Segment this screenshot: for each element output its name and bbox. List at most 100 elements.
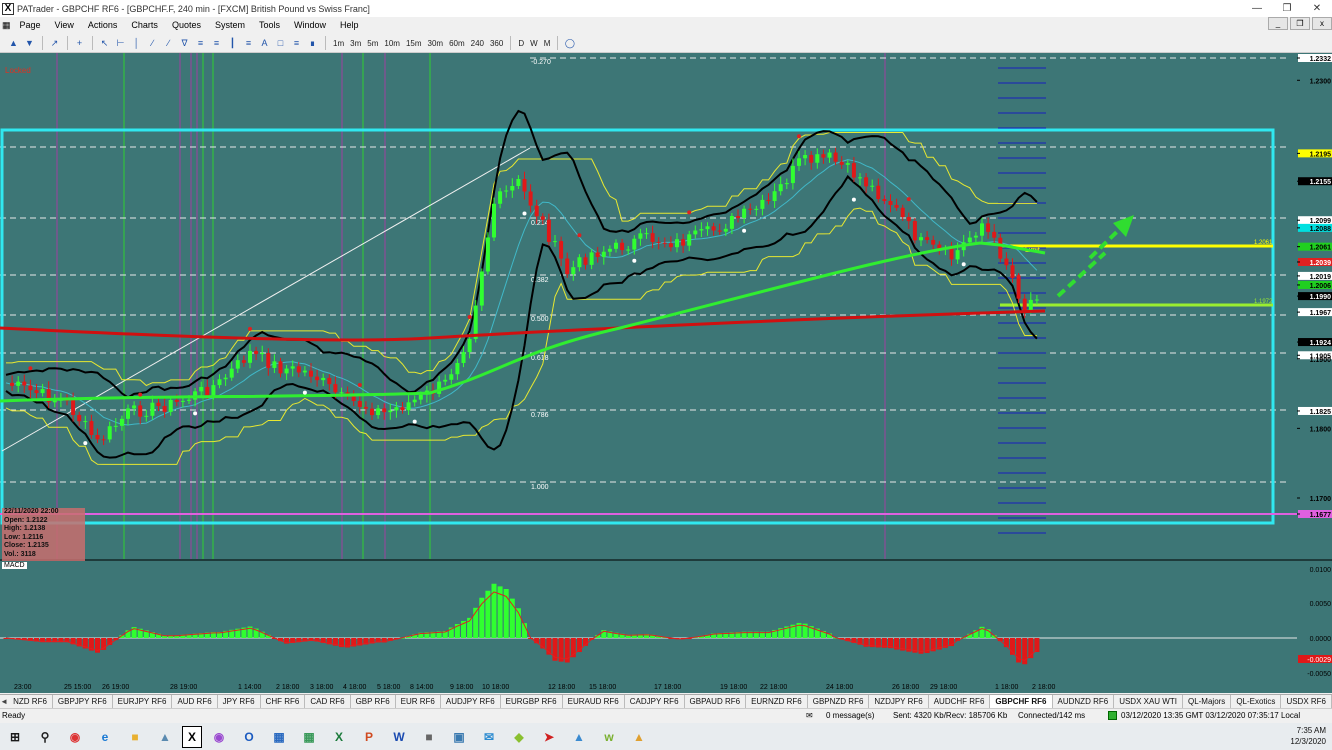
tab-ql-majors[interactable]: QL-Majors <box>1183 695 1232 708</box>
fib-retracement-icon[interactable]: ≡ <box>193 36 208 51</box>
tab-gbpjpy-rf6[interactable]: GBPJPY RF6 <box>53 695 113 708</box>
fib-time-icon[interactable]: ┃ <box>225 36 240 51</box>
tab-audjpy-rf6[interactable]: AUDJPY RF6 <box>441 695 501 708</box>
fib-levels-icon[interactable]: ≡ <box>241 36 256 51</box>
timeframe-10m[interactable]: 10m <box>381 36 403 51</box>
cursor-icon[interactable]: ↖ <box>97 36 112 51</box>
channel-icon[interactable]: ∕ <box>161 36 176 51</box>
status-messages[interactable]: 0 message(s) <box>826 711 874 720</box>
tab-gbpaud-rf6[interactable]: GBPAUD RF6 <box>685 695 747 708</box>
tab-euraud-rf6[interactable]: EURAUD RF6 <box>563 695 625 708</box>
menu-actions[interactable]: Actions <box>81 20 125 30</box>
menu-window[interactable]: Window <box>287 20 333 30</box>
tab-audnzd-rf6[interactable]: AUDNZD RF6 <box>1053 695 1115 708</box>
timeframe-240[interactable]: 240 <box>468 36 487 51</box>
timeframe-weekly[interactable]: W <box>527 36 541 51</box>
tab-chf-rf6[interactable]: CHF RF6 <box>261 695 306 708</box>
close-icon[interactable]: ✕ <box>1302 0 1332 17</box>
chrome-icon[interactable]: ◉ <box>62 726 88 748</box>
vertical-line-icon[interactable]: │ <box>129 36 144 51</box>
tab-ql-exotics[interactable]: QL-Exotics <box>1231 695 1282 708</box>
mdi-minimize-icon[interactable]: _ <box>1268 17 1288 30</box>
mdi-close-icon[interactable]: x <box>1312 17 1332 30</box>
timeframe-daily[interactable]: D <box>515 36 527 51</box>
tab-jpy-rf6[interactable]: JPY RF6 <box>218 695 261 708</box>
app-icon-gray[interactable]: ■ <box>416 726 442 748</box>
sync-icon[interactable]: ◯ <box>562 36 577 51</box>
tab-eurjpy-rf6[interactable]: EURJPY RF6 <box>113 695 173 708</box>
windows-start-icon[interactable]: ⊞ <box>2 726 28 748</box>
price-chart[interactable]: -0.270 0.214 0.382 0.500 0.618 0.786 1.0… <box>0 53 1332 693</box>
tab-nzdjpy-rf6[interactable]: NZDJPY RF6 <box>869 695 929 708</box>
app-icon-purple[interactable]: ◉ <box>206 726 232 748</box>
tab-usdx-xau-wti[interactable]: USDX XAU WTI <box>1114 695 1183 708</box>
rectangle-icon[interactable]: □ <box>273 36 288 51</box>
app-menu-icon[interactable]: ▦ <box>0 20 13 31</box>
app-icon-red[interactable]: ➤ <box>536 726 562 748</box>
zoom-in-icon[interactable]: ▲ <box>6 36 21 51</box>
app-icon-blue[interactable]: ▲ <box>566 726 592 748</box>
zoom-out-icon[interactable]: ▼ <box>22 36 37 51</box>
timeframe-monthly[interactable]: M <box>541 36 554 51</box>
patrader-taskbar-icon[interactable]: X <box>182 725 202 748</box>
tab-cad-rf6[interactable]: CAD RF6 <box>305 695 351 708</box>
search-icon[interactable]: ⚲ <box>32 726 58 748</box>
timeframe-30m[interactable]: 30m <box>425 36 447 51</box>
menu-charts[interactable]: Charts <box>124 20 165 30</box>
tab-gbpnzd-rf6[interactable]: GBPNZD RF6 <box>808 695 870 708</box>
timeframe-1m[interactable]: 1m <box>330 36 347 51</box>
tab-eurnzd-rf6[interactable]: EURNZD RF6 <box>746 695 808 708</box>
menu-system[interactable]: System <box>208 20 252 30</box>
tab-eurgbp-rf6[interactable]: EURGBP RF6 <box>501 695 563 708</box>
crosshair-icon[interactable]: + <box>72 36 87 51</box>
fib-fan-icon[interactable]: ∇ <box>177 36 192 51</box>
timeframe-15m[interactable]: 15m <box>403 36 425 51</box>
tab-gbpchf-rf6[interactable]: GBPCHF RF6 <box>990 695 1053 708</box>
powerpoint-icon[interactable]: P <box>356 726 382 748</box>
tab-eur-rf6[interactable]: EUR RF6 <box>396 695 441 708</box>
pitchfork-icon[interactable]: ∎ <box>305 36 320 51</box>
mdi-restore-icon[interactable]: ❐ <box>1290 17 1310 30</box>
menu-view[interactable]: View <box>48 20 81 30</box>
system-clock[interactable]: 7:35 AM 12/3/2020 <box>1290 725 1326 747</box>
menu-tools[interactable]: Tools <box>252 20 287 30</box>
trendline-icon[interactable]: ∕ <box>145 36 160 51</box>
app-icon-green[interactable]: ◆ <box>506 726 532 748</box>
tab-nzd-rf6[interactable]: NZD RF6 <box>8 695 53 708</box>
edge-icon[interactable]: e <box>92 726 118 748</box>
candle-body <box>376 408 381 416</box>
chart-icon[interactable]: ↗ <box>47 36 62 51</box>
restore-icon[interactable]: ❐ <box>1272 0 1302 17</box>
minimize-icon[interactable]: — <box>1242 0 1272 17</box>
menu-page[interactable]: Page <box>13 20 48 30</box>
timeframe-3m[interactable]: 3m <box>347 36 364 51</box>
app-icon-orange[interactable]: ▲ <box>626 726 652 748</box>
timeframe-360[interactable]: 360 <box>487 36 506 51</box>
tab-usdx-rf6[interactable]: USDX RF6 <box>1281 695 1332 708</box>
app-icon-w[interactable]: w <box>596 726 622 748</box>
fib-extension-icon[interactable]: ≡ <box>209 36 224 51</box>
mail-icon[interactable]: ✉ <box>806 711 813 720</box>
tab-aud-rf6[interactable]: AUD RF6 <box>172 695 218 708</box>
file-explorer-icon[interactable]: ■ <box>122 726 148 748</box>
timeframe-5m[interactable]: 5m <box>364 36 381 51</box>
menu-quotes[interactable]: Quotes <box>165 20 208 30</box>
word-icon[interactable]: W <box>386 726 412 748</box>
horizontal-line-icon[interactable]: ⊢ <box>113 36 128 51</box>
app-icon-window[interactable]: ▣ <box>446 726 472 748</box>
chart-area[interactable]: -0.270 0.214 0.382 0.500 0.618 0.786 1.0… <box>0 53 1332 693</box>
outlook-icon[interactable]: O <box>236 726 262 748</box>
text-icon[interactable]: A <box>257 36 272 51</box>
tab-audchf-rf6[interactable]: AUDCHF RF6 <box>929 695 991 708</box>
excel-icon[interactable]: X <box>326 726 352 748</box>
tab-gbp-rf6[interactable]: GBP RF6 <box>351 695 396 708</box>
tab-cadjpy-rf6[interactable]: CADJPY RF6 <box>625 695 685 708</box>
calculator-icon[interactable]: ▦ <box>266 726 292 748</box>
app-icon-chart[interactable]: ▦ <box>296 726 322 748</box>
menu-help[interactable]: Help <box>333 20 366 30</box>
gann-icon[interactable]: ≡ <box>289 36 304 51</box>
app-icon-generic[interactable]: ▲ <box>152 726 178 748</box>
app-icon-mail[interactable]: ✉ <box>476 726 502 748</box>
tab-scroll-left-icon[interactable]: ◄ <box>0 697 8 706</box>
timeframe-60m[interactable]: 60m <box>446 36 468 51</box>
